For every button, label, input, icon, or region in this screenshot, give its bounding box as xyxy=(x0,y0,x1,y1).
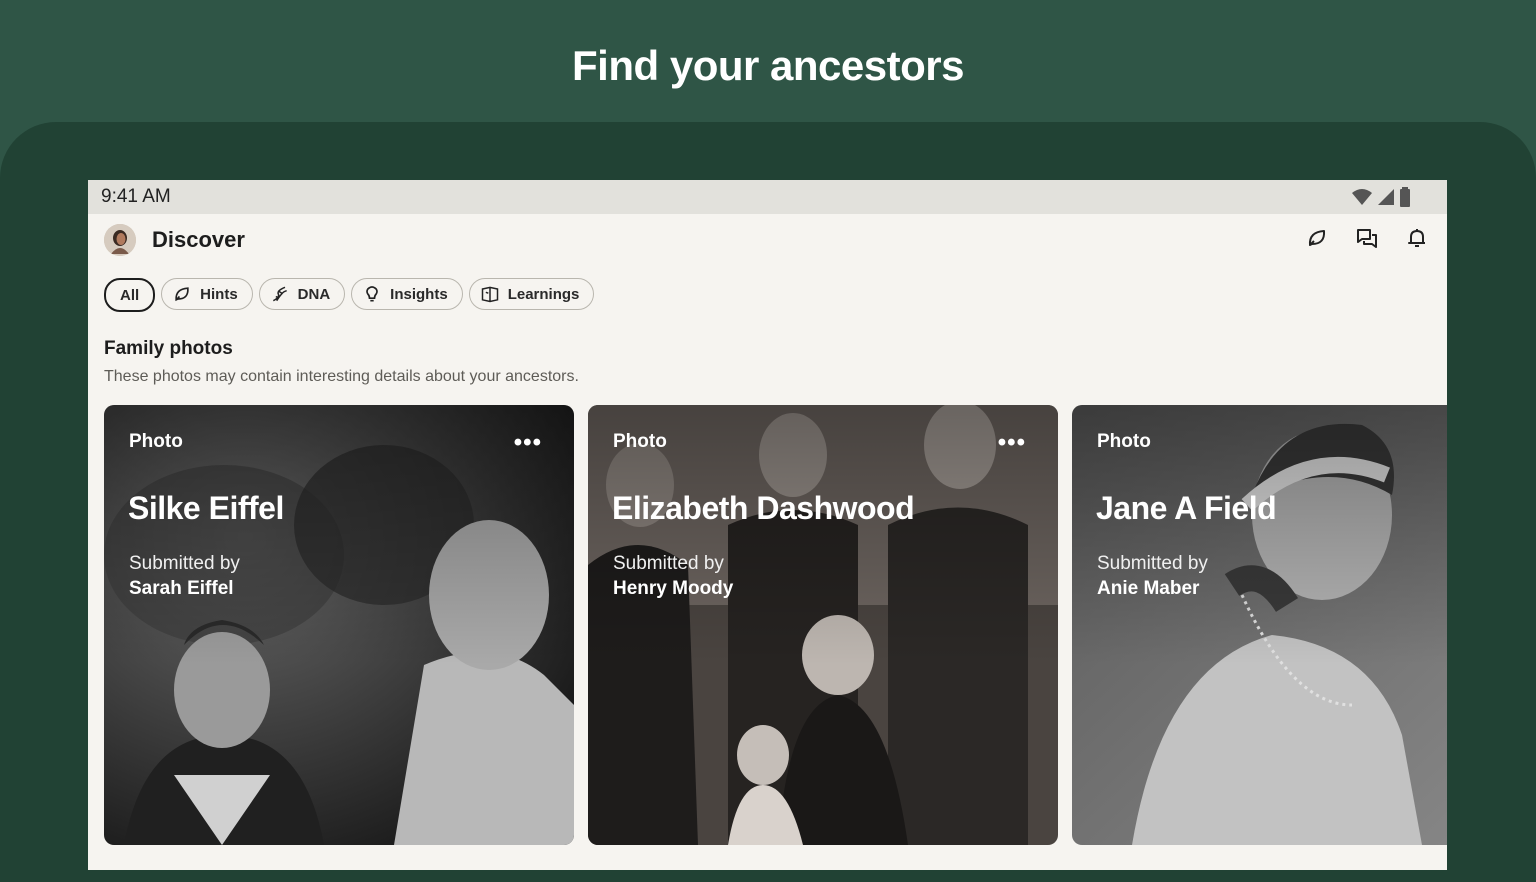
chip-all[interactable]: All xyxy=(104,278,156,312)
section-description: These photos may contain interesting det… xyxy=(104,368,579,385)
hint-leaf-icon[interactable] xyxy=(1305,226,1329,250)
card-name: Jane A Field xyxy=(1096,490,1277,526)
notifications-bell-icon[interactable] xyxy=(1405,226,1429,250)
filter-chips: All Hints DNA Insights Learnings xyxy=(88,266,1447,312)
chip-label: DNA xyxy=(297,285,331,303)
status-time: 9:41 AM xyxy=(101,186,171,207)
battery-icon xyxy=(1400,187,1410,207)
wifi-icon xyxy=(1352,189,1372,205)
dna-icon xyxy=(272,286,287,302)
section-title: Family photos xyxy=(104,338,233,359)
more-options-icon[interactable]: ••• xyxy=(998,429,1026,457)
card-name: Silke Eiffel xyxy=(128,490,284,526)
photo-card-2[interactable]: Photo ••• Elizabeth Dashwood Submitted b… xyxy=(588,405,1058,845)
chip-label: Insights xyxy=(390,285,448,303)
card-kind: Photo xyxy=(613,431,667,452)
card-submitter: Sarah Eiffel xyxy=(129,578,234,599)
card-submitter: Henry Moody xyxy=(613,578,734,599)
chip-label: Hints xyxy=(200,285,238,303)
chip-label: Learnings xyxy=(507,285,580,303)
status-icons xyxy=(1351,187,1411,207)
app-bar-actions xyxy=(1305,226,1429,250)
book-icon xyxy=(481,286,498,303)
app-screen: 9:41 AM Discover All Hints DNA Insights … xyxy=(88,180,1447,870)
card-submitted-label: Submitted by xyxy=(613,553,724,574)
photo-card-3[interactable]: Photo Jane A Field Submitted by Anie Mab… xyxy=(1072,405,1447,845)
promo-headline: Find your ancestors xyxy=(572,42,964,89)
page-title: Discover xyxy=(152,227,245,252)
lightbulb-icon xyxy=(366,286,379,302)
card-submitted-label: Submitted by xyxy=(129,553,240,574)
chip-learnings[interactable]: Learnings xyxy=(468,278,595,310)
card-kind: Photo xyxy=(129,431,183,452)
card-submitted-label: Submitted by xyxy=(1097,553,1208,574)
messages-icon[interactable] xyxy=(1355,226,1379,250)
card-name: Elizabeth Dashwood xyxy=(612,490,915,526)
card-kind: Photo xyxy=(1097,431,1151,452)
chip-insights[interactable]: Insights xyxy=(351,278,463,310)
avatar[interactable] xyxy=(104,224,136,256)
leaf-icon xyxy=(175,287,189,302)
chip-label: All xyxy=(120,286,140,304)
photo-cards: Photo ••• Silke Eiffel Submitted by Sara… xyxy=(104,405,1447,845)
chip-hints[interactable]: Hints xyxy=(161,278,253,310)
photo-card-1[interactable]: Photo ••• Silke Eiffel Submitted by Sara… xyxy=(104,405,574,845)
app-bar: Discover xyxy=(88,214,1447,266)
status-bar: 9:41 AM xyxy=(88,180,1447,214)
chip-dna[interactable]: DNA xyxy=(258,278,346,310)
signal-icon xyxy=(1378,189,1394,205)
card-submitter: Anie Maber xyxy=(1097,578,1200,599)
more-options-icon[interactable]: ••• xyxy=(514,429,542,457)
